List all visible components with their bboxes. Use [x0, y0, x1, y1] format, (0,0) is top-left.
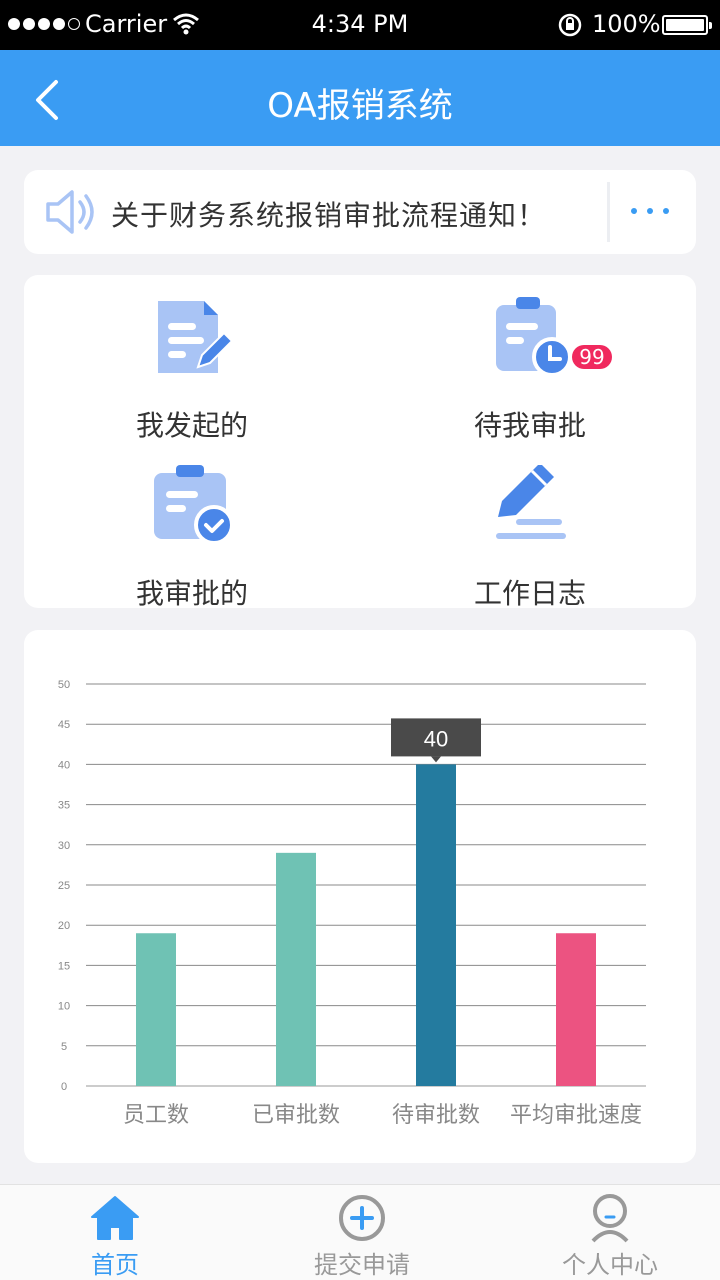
function-grid: 我发起的 待我审批 我审批的 工作日志: [24, 275, 696, 610]
y-tick-label: 25: [58, 880, 70, 892]
y-tick-label: 10: [58, 1001, 70, 1013]
page-title: OA报销系统: [267, 86, 453, 126]
grid-item-label: 工作日志: [473, 577, 586, 610]
tab-bar: 首页 提交申请 个人中心: [0, 1184, 720, 1280]
bar: [556, 933, 596, 1086]
battery-icon: [662, 15, 712, 35]
rotation-lock-icon: [558, 13, 582, 37]
speaker-icon: [46, 190, 94, 234]
bar: [416, 764, 456, 1086]
y-tick-label: 50: [58, 679, 70, 691]
tooltip-value: 40: [424, 726, 448, 751]
status-bar: Carrier 4:34 PM 100%: [0, 0, 720, 50]
home-icon: [91, 1196, 139, 1240]
document-edit-icon: [158, 301, 232, 373]
tab-profile[interactable]: 个人中心: [530, 1185, 690, 1280]
bar-chart: 0 5 10 15 20 25 30 35 40 45 50 员工数 已审批数 待审批数 40 平均审批速度: [58, 679, 646, 1128]
grid-item-label: 我发起的: [135, 409, 248, 442]
nav-bar: OA报销系统: [0, 50, 720, 146]
y-tick-label: 40: [58, 759, 70, 771]
y-tick-label: 5: [61, 1041, 67, 1053]
tab-home[interactable]: 首页: [35, 1185, 195, 1280]
bar: [136, 933, 176, 1086]
y-tick-label: 15: [58, 960, 70, 972]
y-tick-label: 45: [58, 719, 70, 731]
grid-item-label: 待我审批: [473, 409, 586, 442]
user-icon: [591, 1194, 629, 1243]
notice-banner[interactable]: 关于财务系统报销审批流程通知！: [24, 170, 696, 254]
bar: [276, 852, 316, 1086]
y-tick-label: 0: [61, 1081, 67, 1093]
tab-label: 提交申请: [314, 1251, 410, 1279]
battery-percent: 100%: [592, 10, 661, 38]
plus-circle-icon: [339, 1195, 385, 1241]
statistics-chart: 0 5 10 15 20 25 30 35 40 45 50 员工数 已审批数 待审批数 40 平均审批速度: [24, 630, 696, 1163]
more-icon[interactable]: [631, 208, 669, 214]
pending-count-badge: 99: [572, 345, 612, 369]
x-tick-label: 员工数: [123, 1103, 189, 1128]
grid-item-label: 我审批的: [135, 577, 248, 610]
x-tick-label: 平均审批速度: [510, 1103, 642, 1128]
y-tick-label: 35: [58, 800, 70, 812]
x-tick-label: 待审批数: [392, 1103, 480, 1128]
y-tick-label: 30: [58, 840, 70, 852]
notice-divider: [607, 182, 610, 242]
notice-text: 关于财务系统报销审批流程通知！: [111, 199, 547, 232]
tab-label: 首页: [91, 1251, 139, 1279]
pencil-line-icon: [496, 465, 566, 539]
tab-label: 个人中心: [562, 1251, 658, 1279]
clipboard-check-icon: [154, 465, 232, 545]
clipboard-clock-icon: [496, 297, 570, 377]
x-tick-label: 已审批数: [252, 1103, 340, 1128]
tooltip-pointer: [431, 756, 441, 763]
y-tick-label: 20: [58, 920, 70, 932]
tab-submit[interactable]: 提交申请: [282, 1185, 442, 1280]
